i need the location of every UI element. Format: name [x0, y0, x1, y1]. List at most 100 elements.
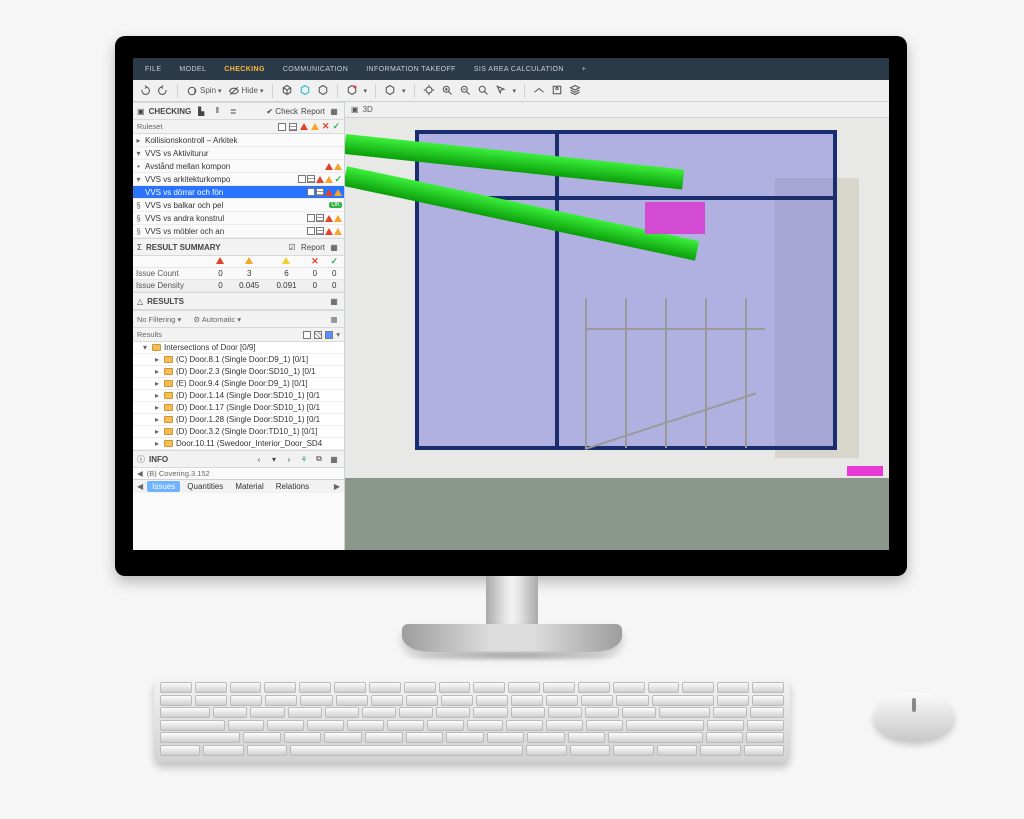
check-button[interactable]: ✔ Check — [266, 107, 298, 116]
ruleset-row[interactable]: ▾VVS vs arkitekturkompo✓ — [133, 173, 344, 186]
ruleset-row[interactable]: •Avstånd mellan kompon — [133, 160, 344, 173]
caret-icon: ▸ — [155, 355, 161, 364]
mode-dropdown[interactable]: ⚙ Automatic ▾ — [193, 315, 241, 324]
view-grid-icon[interactable] — [289, 123, 297, 131]
spin-label: Spin — [200, 86, 216, 95]
cube-icon[interactable] — [317, 84, 329, 98]
severity-warning-icon[interactable] — [311, 123, 319, 130]
settings-icon[interactable]: ▦ — [328, 453, 340, 465]
zoom-target-icon[interactable] — [423, 84, 435, 98]
status-icon — [325, 176, 333, 183]
layers-icon[interactable] — [569, 84, 581, 98]
view-square-icon[interactable] — [278, 123, 286, 131]
col-icon[interactable] — [314, 331, 322, 339]
summary-count-label: Issue Count — [133, 268, 210, 280]
folder-icon — [164, 356, 173, 363]
chevron-down-icon[interactable]: ▾ — [364, 87, 368, 95]
redo-icon[interactable] — [157, 84, 169, 98]
filter-dropdown[interactable]: No Filtering ▾ — [137, 315, 181, 324]
pointer-icon[interactable] — [495, 84, 507, 98]
settings-icon[interactable]: ▦ — [328, 295, 340, 307]
ruleset-label: Ruleset — [137, 122, 162, 131]
checking-panel-header: ▣ CHECKING ▙ ⫴ ≣ ✔ Check Report ▦ — [133, 102, 344, 120]
ruleset-row[interactable]: ▾VVS vs Aktiviturur — [133, 147, 344, 160]
result-row[interactable]: ▸(D) Door.2.3 (Single Door:SD10_1) [0/1 — [133, 366, 344, 378]
menu-information-takeoff[interactable]: INFORMATION TAKEOFF — [366, 66, 456, 73]
nav-down-icon[interactable]: ▾ — [268, 453, 280, 465]
summary-report-button[interactable]: Report — [301, 243, 325, 252]
menu-communication[interactable]: COMMUNICATION — [283, 66, 348, 73]
hide-dropdown[interactable]: Hide ▾ — [228, 85, 264, 97]
ruleset-row[interactable]: §VVS vs balkar och pelOK — [133, 199, 344, 212]
warning-icon: △ — [137, 297, 143, 306]
menu-file[interactable]: FILE — [145, 66, 161, 73]
tab-nav-prev[interactable]: ◀ — [135, 482, 145, 491]
chevron-down-icon[interactable]: ▾ — [402, 87, 406, 95]
undo-icon[interactable] — [139, 84, 151, 98]
caret-icon: • — [135, 162, 142, 171]
tree-icon[interactable]: ≣ — [227, 105, 239, 117]
tab-material[interactable]: Material — [230, 481, 268, 492]
zoom-out-icon[interactable] — [459, 84, 471, 98]
menu-checking[interactable]: CHECKING — [224, 66, 265, 73]
map-pin-icon[interactable] — [551, 84, 563, 98]
scene-clash-box — [645, 202, 705, 234]
col-icon[interactable] — [303, 331, 311, 339]
result-row[interactable]: ▸Door.10.11 (Swedoor_Interior_Door_SD4 — [133, 438, 344, 450]
status-icon — [334, 215, 342, 222]
spin-dropdown[interactable]: Spin ▾ — [186, 85, 222, 97]
ruleset-label: VVS vs dörrar och fön — [145, 188, 304, 197]
back-icon[interactable]: ◀ — [137, 469, 143, 478]
ok-icon[interactable]: ✓ — [332, 123, 340, 130]
result-row[interactable]: ▸(D) Door.1.14 (Single Door:SD10_1) [0/1 — [133, 390, 344, 402]
caret-icon: ▸ — [155, 391, 161, 400]
tab-quantities[interactable]: Quantities — [182, 481, 228, 492]
cube-dot-icon[interactable] — [346, 84, 358, 98]
ruleset-row[interactable]: ▸Kollisionskontroll – Arkitek — [133, 134, 344, 147]
cube-wireframe-icon[interactable] — [281, 84, 293, 98]
ruleset-row[interactable]: VVS vs dörrar och fön — [133, 186, 344, 199]
report-button[interactable]: Report — [301, 107, 325, 116]
filter-icon[interactable]: ▙ — [195, 105, 207, 117]
chevron-down-icon[interactable]: ▾ — [513, 87, 517, 95]
result-row[interactable]: ▸(D) Door.1.17 (Single Door:SD10_1) [0/1 — [133, 402, 344, 414]
monitor-bezel: FILE MODEL CHECKING COMMUNICATION INFORM… — [115, 36, 907, 576]
tab-issues[interactable]: Issues — [147, 481, 180, 492]
info-tabs: ◀ Issues Quantities Material Relations ▶ — [133, 479, 344, 493]
chevron-down-icon[interactable]: ▾ — [336, 330, 340, 339]
error-icon[interactable]: ✕ — [322, 123, 330, 130]
nav-prev-icon[interactable]: ‹ — [253, 453, 265, 465]
report-icon[interactable]: ☑ — [286, 241, 298, 253]
menu-model[interactable]: MODEL — [179, 66, 206, 73]
settings-icon[interactable]: ▦ — [328, 241, 340, 253]
zoom-in-icon[interactable] — [441, 84, 453, 98]
cube-outline-icon[interactable] — [384, 84, 396, 98]
ruleset-row[interactable]: §VVS vs andra konstrul — [133, 212, 344, 225]
menu-sis-area-calculation[interactable]: SIS AREA CALCULATION — [474, 66, 564, 73]
ruleset-row[interactable]: §VVS vs möbler och an — [133, 225, 344, 238]
result-row[interactable]: ▸(C) Door.8.1 (Single Door:D9_1) [0/1] — [133, 354, 344, 366]
tab-relations[interactable]: Relations — [271, 481, 314, 492]
result-row[interactable]: ▸(E) Door.9.4 (Single Door:D9_1) [0/1] — [133, 378, 344, 390]
3d-view[interactable] — [345, 118, 889, 550]
zoom-fit-icon[interactable] — [477, 84, 489, 98]
checking-title: CHECKING — [149, 107, 192, 116]
nav-next-icon[interactable]: › — [283, 453, 295, 465]
result-row[interactable]: ▾Intersections of Door [0/9] — [133, 342, 344, 354]
severity-critical-icon[interactable] — [300, 123, 308, 130]
section-icon[interactable] — [533, 84, 545, 98]
status-icon — [334, 189, 342, 196]
grid-icon[interactable]: ▦ — [328, 313, 340, 325]
copy-icon[interactable]: ⧉ — [313, 453, 325, 465]
col-icon[interactable] — [325, 331, 333, 339]
column-icon[interactable]: ⫴ — [211, 105, 223, 117]
settings-icon[interactable]: ▦ — [328, 105, 340, 117]
link-icon[interactable]: ⚘ — [298, 453, 310, 465]
menu-add[interactable]: + — [582, 66, 587, 73]
result-summary-header: Σ RESULT SUMMARY ☑ Report ▦ — [133, 238, 344, 256]
result-row[interactable]: ▸(D) Door.3.2 (Single Door:TD10_1) [0/1] — [133, 426, 344, 438]
cube-cyan-icon[interactable] — [299, 84, 311, 98]
caret-icon: ▾ — [135, 149, 142, 158]
tab-nav-next[interactable]: ▶ — [332, 482, 342, 491]
result-row[interactable]: ▸(D) Door.1.28 (Single Door:SD10_1) [0/1 — [133, 414, 344, 426]
